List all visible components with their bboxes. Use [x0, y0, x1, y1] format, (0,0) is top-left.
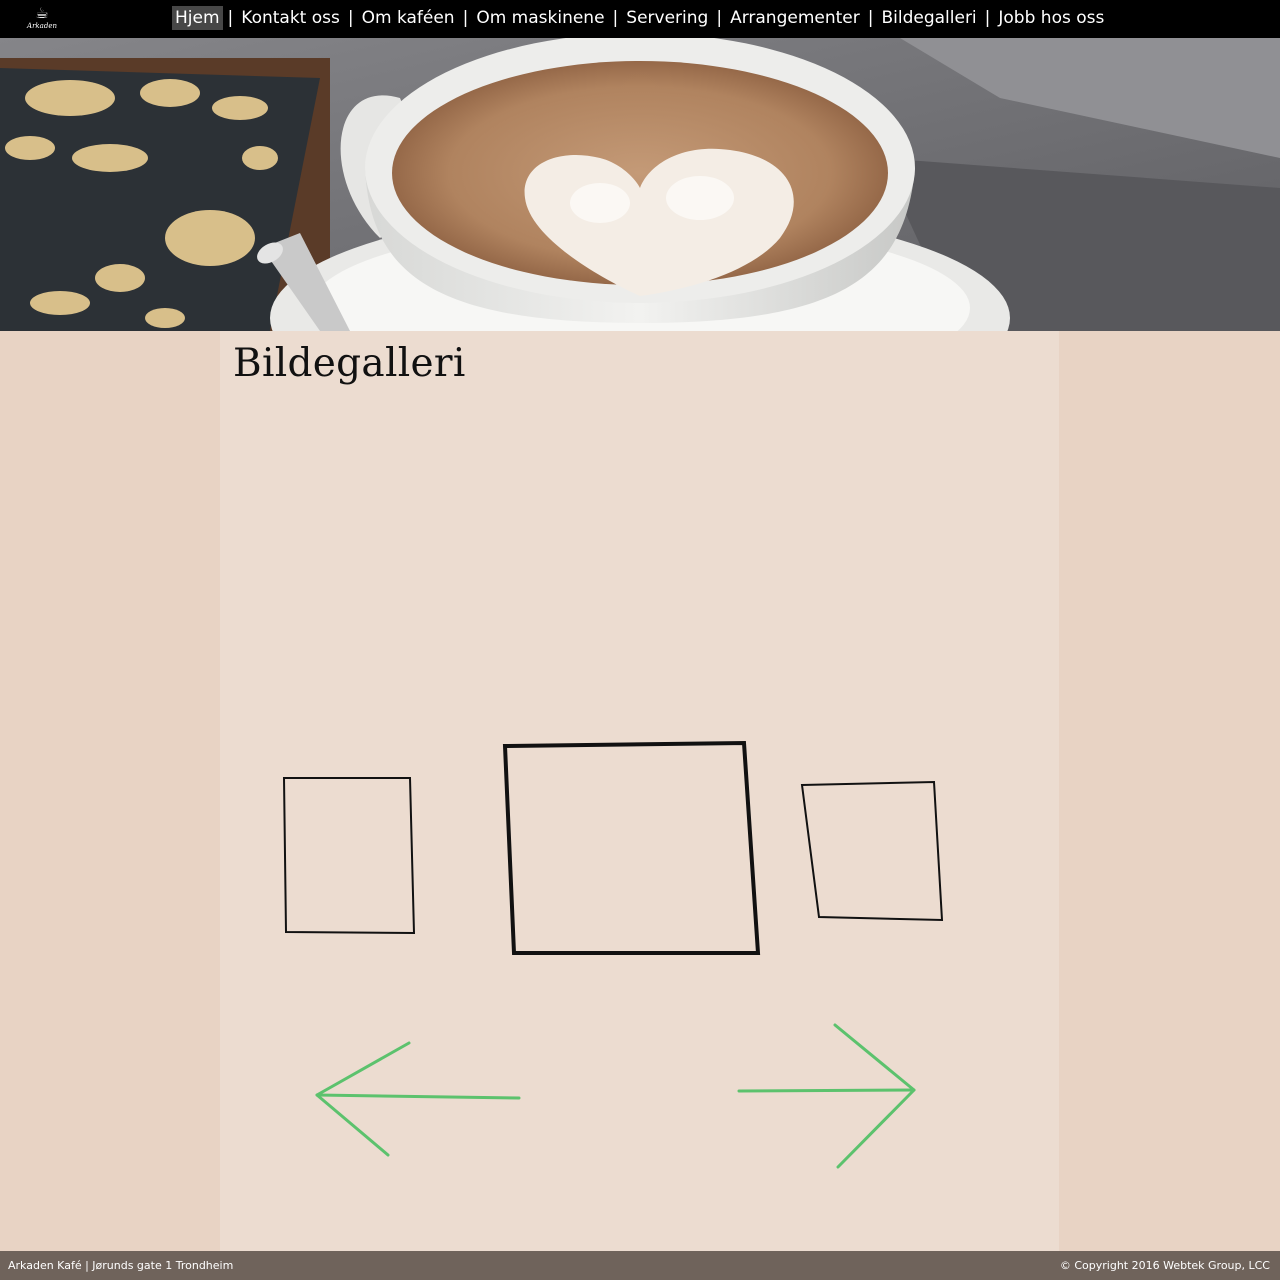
gallery-main-image[interactable]: [502, 740, 761, 955]
nav-separator: |: [716, 8, 723, 28]
footer-address: Arkaden Kafé | Jørunds gate 1 Trondheim: [8, 1259, 234, 1272]
logo[interactable]: ☕ Arkaden: [26, 4, 58, 34]
nav-separator: |: [612, 8, 619, 28]
sidebar-right: [1059, 331, 1280, 1251]
arrow-right-icon[interactable]: [737, 1023, 916, 1169]
nav-separator: |: [984, 8, 991, 28]
nav-item-om-maskinene[interactable]: Om maskinene: [473, 6, 607, 30]
coffee-cup-icon: ☕: [35, 4, 49, 22]
main-nav: Hjem | Kontakt oss | Om kaféen | Om mask…: [172, 4, 1107, 32]
gallery-thumbnail-left[interactable]: [282, 777, 416, 935]
nav-item-servering[interactable]: Servering: [623, 6, 711, 30]
footer: Arkaden Kafé | Jørunds gate 1 Trondheim …: [0, 1251, 1280, 1280]
nav-item-bildegalleri[interactable]: Bildegalleri: [878, 6, 979, 30]
top-navbar: ☕ Arkaden Hjem | Kontakt oss | Om kaféen…: [0, 0, 1280, 38]
latte-photo: [0, 38, 1280, 331]
gallery-thumbnail-right[interactable]: [800, 780, 944, 922]
nav-item-arrangementer[interactable]: Arrangementer: [727, 6, 863, 30]
logo-text: Arkaden: [27, 22, 57, 30]
nav-separator: |: [227, 8, 234, 28]
main-content: Bildegalleri: [220, 331, 1059, 1251]
nav-separator: |: [867, 8, 874, 28]
hero-image: [0, 38, 1280, 331]
nav-item-hjem[interactable]: Hjem: [172, 6, 223, 30]
nav-item-kontakt-oss[interactable]: Kontakt oss: [238, 6, 343, 30]
image-gallery: [282, 740, 944, 1169]
nav-item-jobb-hos-oss[interactable]: Jobb hos oss: [995, 6, 1107, 30]
arrow-left-icon[interactable]: [315, 1041, 521, 1157]
footer-copyright: © Copyright 2016 Webtek Group, LCC: [1059, 1259, 1270, 1272]
nav-item-om-kafeen[interactable]: Om kaféen: [359, 6, 458, 30]
nav-separator: |: [462, 8, 469, 28]
nav-separator: |: [347, 8, 354, 28]
sidebar-left: [0, 331, 220, 1251]
